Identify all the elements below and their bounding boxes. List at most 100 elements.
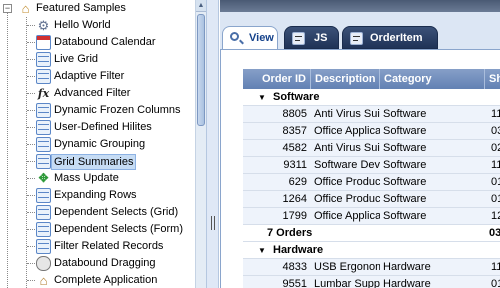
collapse-icon[interactable]: − <box>3 4 12 13</box>
tree-item[interactable]: ⚙ Hello World <box>0 17 195 34</box>
scroll-up-arrow-icon[interactable]: ▲ <box>196 0 206 12</box>
tree-item[interactable]: Filter Related Records <box>0 238 195 255</box>
tree-item[interactable]: ⌂ Complete Application <box>0 272 195 288</box>
move-arrows-icon: ✥ <box>38 171 49 185</box>
tree-connector <box>27 110 35 111</box>
table-row[interactable]: 1799 Office ApplicatioSoftware 12/0 <box>243 208 500 225</box>
summary-grid: Order ID Description Category Ship ▼ Soft… <box>243 69 500 288</box>
tree-item-label: Advanced Filter <box>54 87 131 99</box>
cell-order-id: 8805 <box>282 108 307 120</box>
tree-item[interactable]: Databound Calendar <box>0 34 195 51</box>
tree-connector <box>27 144 35 145</box>
cell-order-id: 9311 <box>283 159 307 171</box>
tree-connector <box>27 246 35 247</box>
tree-item[interactable]: fx Advanced Filter <box>0 85 195 102</box>
collapse-group-icon[interactable]: ▼ <box>258 89 266 106</box>
tree-item-label: Databound Calendar <box>54 36 156 48</box>
cell-ship-date: 01/1 <box>491 193 500 205</box>
home-folder-icon: ⌂ <box>21 1 30 16</box>
table-row[interactable]: 4833 USB ErgonomicHardware 11/1 <box>243 259 500 276</box>
panel-splitter[interactable] <box>206 0 219 288</box>
cell-category: Hardware <box>383 278 431 288</box>
group-header-row[interactable]: ▼ Hardware <box>243 242 500 259</box>
group-header-row[interactable]: ▼ Software <box>243 89 500 106</box>
cell-description: USB Ergonomic <box>314 261 380 273</box>
cell-description: Anti Virus Suite <box>314 142 380 154</box>
cell-order-id: 8357 <box>282 125 307 137</box>
tab-orderitem[interactable]: OrderItem <box>342 26 438 49</box>
cell-category: Software <box>383 176 427 188</box>
tab-orderitem-label: OrderItem <box>370 32 423 44</box>
tree-item-label: Adaptive Filter <box>54 70 125 82</box>
tree-item[interactable]: Databound Dragging <box>0 255 195 272</box>
cell-description: Office Productiv <box>314 176 380 188</box>
collapse-group-icon[interactable]: ▼ <box>258 242 266 259</box>
cell-description: Lumbar Support <box>314 278 380 288</box>
app-icon: ⌂ <box>39 273 48 288</box>
tab-js[interactable]: JS <box>284 26 339 49</box>
cell-category: Software <box>383 210 427 222</box>
tree-connector <box>27 195 35 196</box>
tree-item[interactable]: Dynamic Grouping <box>0 136 195 153</box>
tree-item[interactable]: Dependent Selects (Form) <box>0 221 195 238</box>
tree-connector <box>27 212 35 213</box>
tree-connector <box>27 93 35 94</box>
cell-order-id: 4833 <box>282 261 307 273</box>
cell-order-id: 1264 <box>282 193 307 205</box>
summary-ship-date: 03/0 <box>489 227 500 239</box>
table-row[interactable]: 4582 Anti Virus SuiteSoftware 02/2 <box>243 140 500 157</box>
panel-title-bar <box>220 0 500 12</box>
tree-item-label: Expanding Rows <box>54 189 137 201</box>
table-row[interactable]: 8357 Office ApplicatioSoftware 03/0 <box>243 123 500 140</box>
tree-item[interactable]: Dynamic Frozen Columns <box>0 102 195 119</box>
magnifier-icon <box>230 32 239 41</box>
tab-view[interactable]: View <box>222 26 278 50</box>
tree-connector <box>27 25 35 26</box>
tree-item-label: Dynamic Grouping <box>54 138 146 150</box>
grid-icon <box>36 188 51 203</box>
grid-icon <box>36 205 51 220</box>
grid-icon <box>36 154 51 169</box>
tree-connector <box>27 178 35 179</box>
column-header-ship-date[interactable]: Ship <box>485 69 500 89</box>
table-row[interactable]: 8805 Anti Virus SuiteSoftware 11/2 <box>243 106 500 123</box>
tree-item[interactable]: Expanding Rows <box>0 187 195 204</box>
tab-js-label: JS <box>314 32 328 44</box>
column-header-category[interactable]: Category <box>380 69 485 89</box>
code-file-icon <box>350 32 363 45</box>
tree-vertical-scrollbar[interactable]: ▲ <box>195 0 206 288</box>
tree-root-featured-samples[interactable]: − ⌂ Featured Samples <box>0 0 195 17</box>
tree-item[interactable]: Grid Summaries <box>0 153 195 170</box>
drag-icon <box>36 256 51 271</box>
table-row[interactable]: 9551 Lumbar SupportHardware 01/1 <box>243 276 500 288</box>
tree-connector <box>27 229 35 230</box>
tab-strip: View JS OrderItem <box>220 26 500 50</box>
column-header-description[interactable]: Description <box>311 69 380 89</box>
cell-description: Office Applicatio <box>314 125 380 137</box>
cell-order-id: 1799 <box>282 210 307 222</box>
tree-connector <box>27 127 35 128</box>
table-row[interactable]: 629 Office ProductivSoftware 01/1 <box>243 174 500 191</box>
cell-order-id: 4582 <box>282 142 307 154</box>
gear-icon: ⚙ <box>37 18 50 33</box>
tree-item[interactable]: Adaptive Filter <box>0 68 195 85</box>
tree-item[interactable]: Dependent Selects (Grid) <box>0 204 195 221</box>
column-header-order-id[interactable]: Order ID <box>243 69 311 89</box>
cell-description: Software Develo <box>314 159 380 171</box>
cell-category: Hardware <box>383 261 431 273</box>
tree-item-label: Dependent Selects (Form) <box>54 223 183 235</box>
table-row[interactable]: 1264 Office ProductivSoftware 01/1 <box>243 191 500 208</box>
table-row[interactable]: 9311 Software DeveloSoftware 11/1 <box>243 157 500 174</box>
tree-item[interactable]: User-Defined Hilites <box>0 119 195 136</box>
cell-ship-date: 01/1 <box>491 176 500 188</box>
cell-description: Office Productiv <box>314 193 380 205</box>
cell-ship-date: 02/2 <box>491 142 500 154</box>
scrollbar-thumb[interactable] <box>197 14 205 126</box>
tree-item-label: Dependent Selects (Grid) <box>54 206 179 218</box>
tree-item-label: Databound Dragging <box>54 257 156 269</box>
cell-category: Software <box>383 193 427 205</box>
tree-item[interactable]: ✥ Mass Update <box>0 170 195 187</box>
splitter-grip-icon[interactable] <box>211 216 215 230</box>
tree-item[interactable]: Live Grid <box>0 51 195 68</box>
cell-description: Anti Virus Suite <box>314 108 380 120</box>
